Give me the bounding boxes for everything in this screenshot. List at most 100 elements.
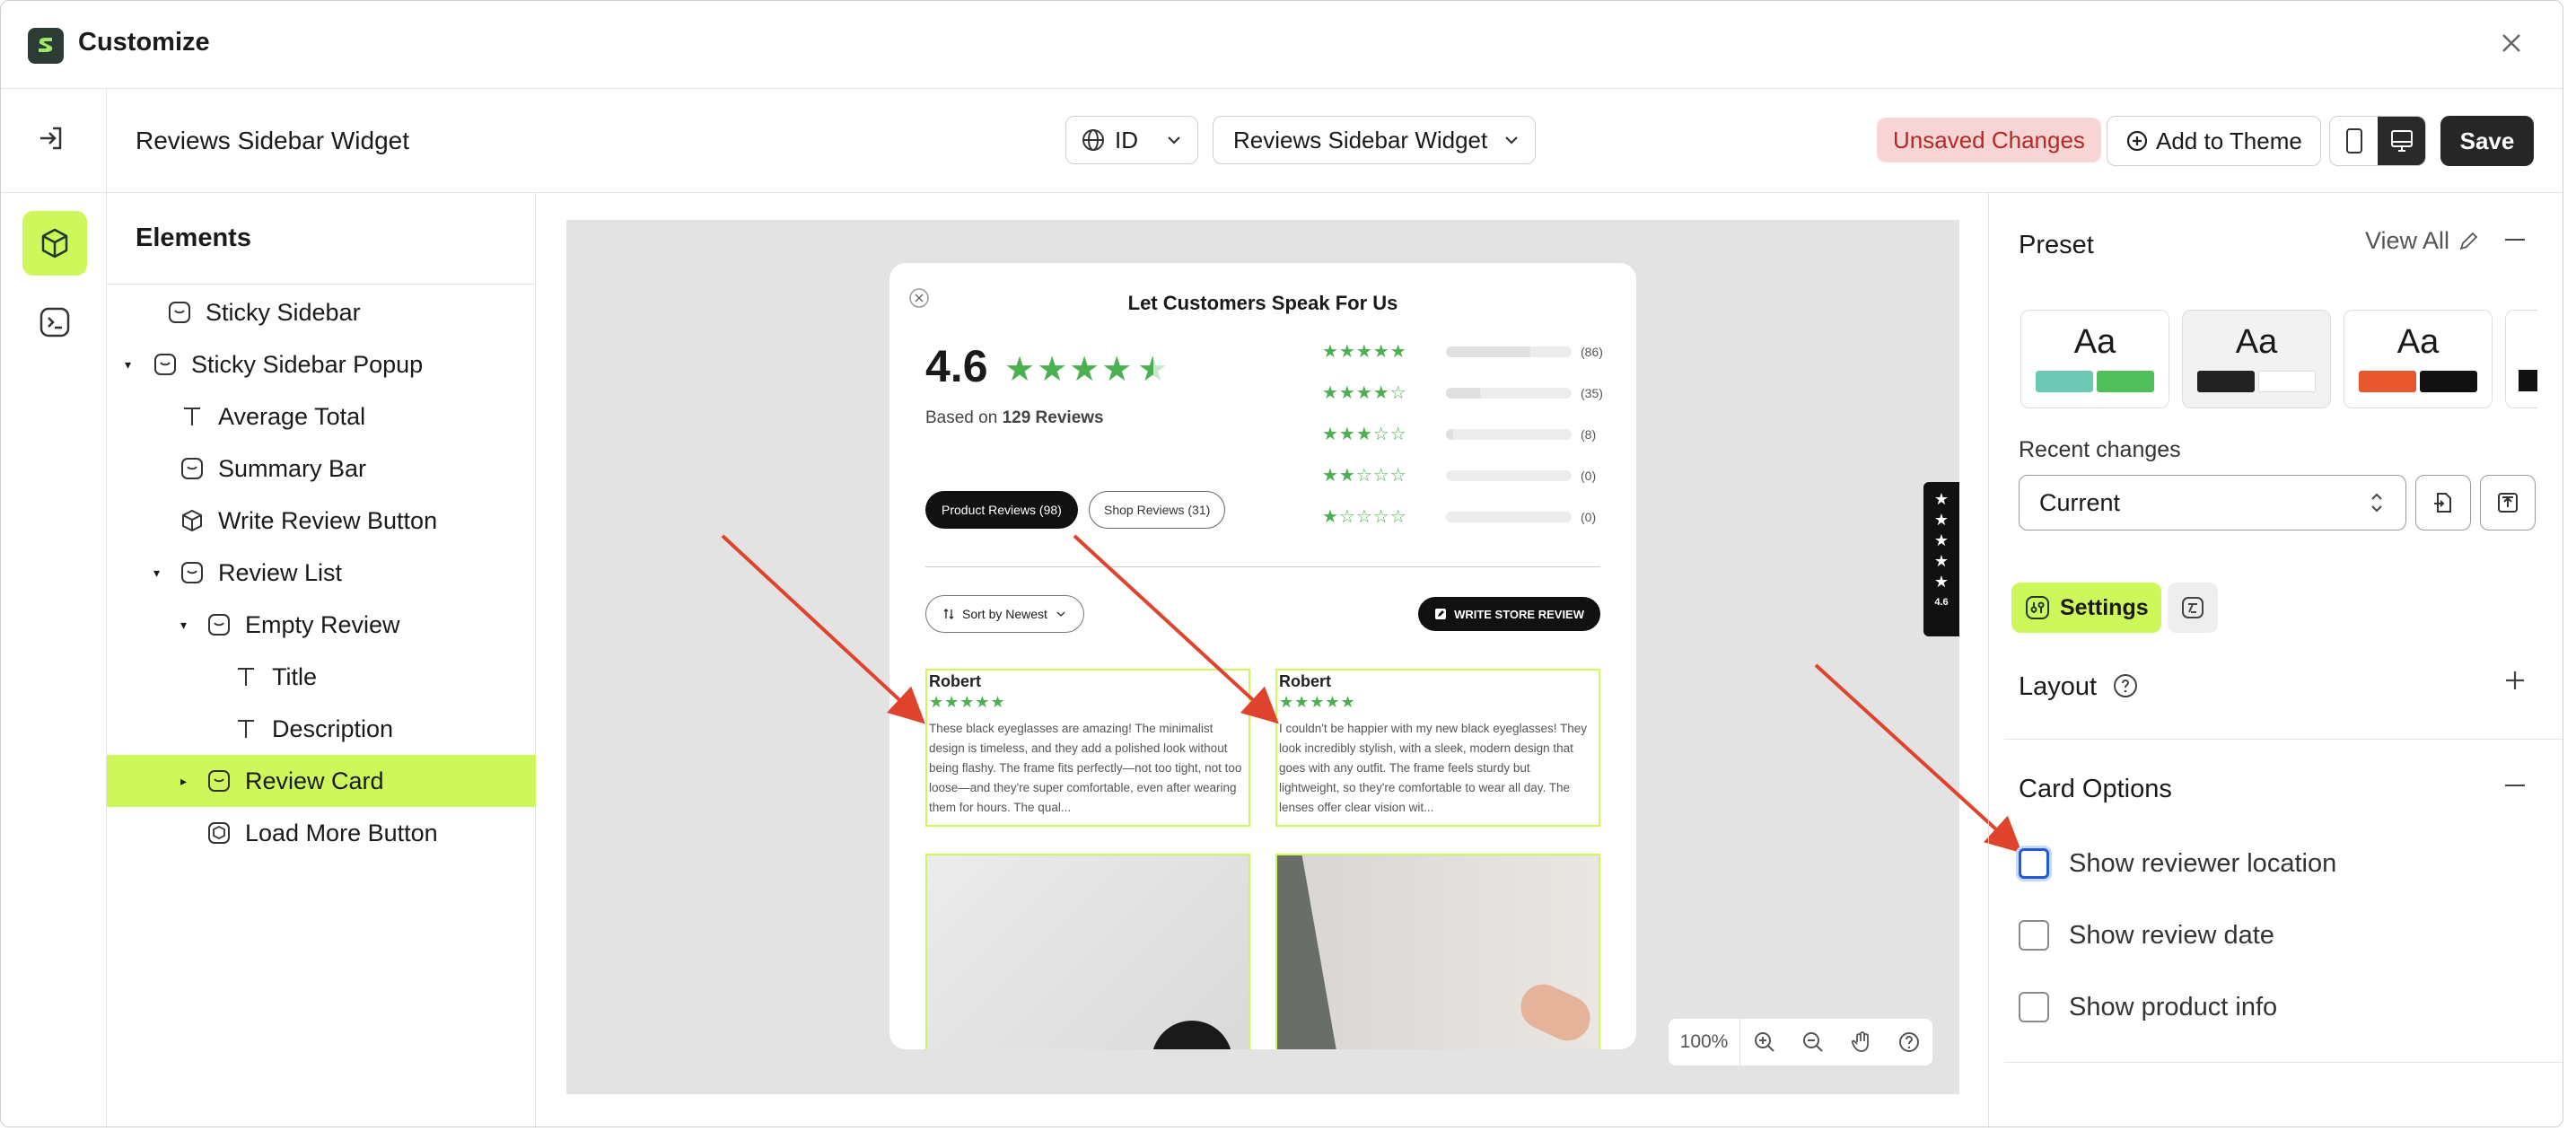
caret-right-icon[interactable]: ▸: [180, 774, 195, 789]
preset-card[interactable]: Aa: [2182, 310, 2331, 408]
expand-plus-icon[interactable]: [2502, 667, 2528, 694]
tree-item-label: Review Card: [245, 767, 384, 794]
review-card[interactable]: Robert ★★★★★ These black eyeglasses are …: [925, 669, 1250, 827]
chevron-down-icon: [1056, 611, 1065, 617]
checkbox[interactable]: [2019, 992, 2049, 1022]
desktop-view-button[interactable]: [2378, 117, 2425, 165]
review-card[interactable]: Robert ★★★★★ I couldn't be happier with …: [1275, 669, 1600, 827]
average-stars: ★★★★★★: [1004, 351, 1170, 389]
option-show-product-info[interactable]: Show product info: [2019, 992, 2277, 1022]
rating-bar-fill: [1446, 387, 1480, 399]
card-options-heading[interactable]: Card Options: [2019, 775, 2172, 804]
rating-bar-track: [1446, 469, 1572, 481]
sort-label: Sort by Newest: [962, 607, 1047, 621]
caret-down-icon[interactable]: ▾: [180, 618, 195, 633]
sort-select[interactable]: Sort by Newest: [925, 595, 1084, 633]
write-store-review-label: WRITE STORE REVIEW: [1454, 607, 1584, 621]
container-icon: [179, 559, 206, 586]
color-swatch: [2420, 371, 2477, 392]
close-icon[interactable]: [2496, 28, 2527, 58]
zoom-in-icon[interactable]: [1740, 1019, 1789, 1065]
option-label: Show product info: [2069, 992, 2278, 1021]
mobile-view-button[interactable]: [2330, 117, 2378, 165]
style-tab[interactable]: [2168, 583, 2218, 633]
tree-item-description[interactable]: Description: [107, 703, 536, 755]
based-on-count: 129 Reviews: [1002, 408, 1104, 427]
language-select[interactable]: ID: [1065, 116, 1198, 164]
review-text: These black eyeglasses are amazing! The …: [929, 722, 1242, 814]
write-store-review-button[interactable]: WRITE STORE REVIEW: [1418, 597, 1600, 631]
app-logo-icon: [28, 28, 64, 64]
language-value: ID: [1115, 126, 1138, 153]
rating-bar-track: [1446, 346, 1572, 357]
cube-icon: [179, 507, 206, 534]
sticky-sidebar-tab[interactable]: ★ ★ ★ ★ ★ 4.6: [1923, 482, 1959, 636]
rating-bar-track: [1446, 428, 1572, 440]
tree-item-sticky-sidebar-popup[interactable]: ▾ Sticky Sidebar Popup: [107, 338, 536, 390]
checkbox[interactable]: [2019, 920, 2049, 951]
tree-item-summary-bar[interactable]: Summary Bar: [107, 443, 536, 495]
side-tab-rating: 4.6: [1934, 597, 1949, 608]
sliders-icon: [2026, 596, 2049, 619]
elements-panel: Elements Sticky Sidebar ▾ Sticky Sidebar…: [107, 193, 536, 1127]
text-icon: [232, 663, 259, 690]
file-import-icon: [2434, 493, 2451, 513]
rating-bar-count: (0): [1581, 509, 1597, 524]
collapse-icon[interactable]: [2505, 239, 2525, 241]
tree-item-write-review-button[interactable]: Write Review Button: [107, 495, 536, 547]
preset-card[interactable]: Aa: [2344, 310, 2493, 408]
cube-icon: [206, 820, 232, 846]
tab-shop-reviews[interactable]: Shop Reviews (31): [1089, 491, 1226, 529]
tree-item-average-total[interactable]: Average Total: [107, 390, 536, 443]
checkbox[interactable]: [2019, 848, 2049, 879]
settings-tab[interactable]: Settings: [2011, 583, 2161, 633]
preset-sample: Aa: [2235, 323, 2278, 361]
hand-icon[interactable]: [1837, 1019, 1886, 1065]
tree-item-load-more-button[interactable]: Load More Button: [107, 807, 536, 859]
caret-down-icon[interactable]: ▾: [125, 357, 139, 373]
template-select[interactable]: Reviews Sidebar Widget: [1213, 116, 1536, 164]
based-on-text: Based on 129 Reviews: [925, 408, 1104, 428]
left-rail: [1, 89, 107, 1127]
option-show-review-date[interactable]: Show review date: [2019, 920, 2274, 951]
help-circle-icon[interactable]: [2112, 672, 2139, 699]
rating-bar-track: [1446, 387, 1572, 399]
tree-item-review-card[interactable]: ▸ Review Card: [107, 755, 536, 807]
tree-item-review-list[interactable]: ▾ Review List: [107, 547, 536, 599]
review-image: [925, 854, 1250, 1049]
import-button[interactable]: [2415, 475, 2471, 530]
container-icon: [179, 455, 206, 482]
tree-item-empty-review[interactable]: ▾ Empty Review: [107, 599, 536, 651]
caret-down-icon[interactable]: ▾: [153, 566, 168, 581]
code-tab-button[interactable]: [22, 290, 87, 355]
tab-product-reviews[interactable]: Product Reviews (98): [925, 491, 1078, 529]
app-title: Customize: [78, 28, 210, 57]
tree-item-sticky-sidebar[interactable]: Sticky Sidebar: [107, 286, 536, 338]
rating-bar-fill: [1446, 428, 1454, 440]
rating-bar-count: (86): [1581, 344, 1603, 359]
collapse-icon[interactable]: [2505, 785, 2525, 786]
star-icon: ★: [1933, 573, 1950, 591]
updown-chevron-icon: [2371, 493, 2382, 513]
reviewer-name: Robert: [929, 672, 981, 690]
tree-item-label: Description: [272, 715, 394, 742]
option-show-reviewer-location[interactable]: Show reviewer location: [2019, 848, 2336, 879]
recent-changes-select[interactable]: Current: [2019, 475, 2406, 530]
mobile-icon: [2345, 128, 2362, 153]
color-swatch: [2197, 371, 2255, 392]
plus-circle-icon: [2126, 130, 2148, 152]
preset-card[interactable]: Aa: [2020, 310, 2169, 408]
preset-card[interactable]: [2505, 310, 2537, 408]
export-button[interactable]: [2480, 475, 2536, 530]
preset-swatches: [2197, 371, 2316, 392]
help-icon[interactable]: [1886, 1019, 1932, 1065]
elements-tab-button[interactable]: [22, 211, 87, 276]
view-all-link[interactable]: View All: [2365, 227, 2480, 255]
tree-item-title[interactable]: Title: [107, 651, 536, 703]
rating-bar-stars: ★★★★☆: [1322, 383, 1407, 403]
layout-heading[interactable]: Layout: [2019, 672, 2097, 702]
zoom-level[interactable]: 100%: [1669, 1019, 1740, 1065]
zoom-out-icon[interactable]: [1789, 1019, 1837, 1065]
save-button[interactable]: Save: [2440, 116, 2534, 166]
add-to-theme-button[interactable]: Add to Theme: [2107, 116, 2321, 166]
